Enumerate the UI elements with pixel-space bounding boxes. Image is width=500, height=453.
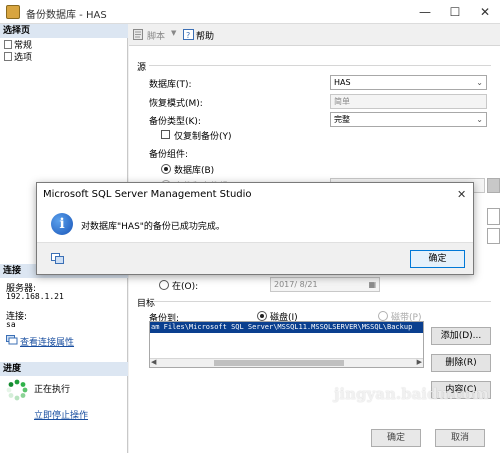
hidden-field-edge [487,228,500,244]
progress-spinner-icon [6,379,28,401]
backup-type-label: 备份类型(K): [149,117,201,127]
expire-on-label: 在(O): [172,282,199,292]
scroll-right-icon[interactable]: ▶ [417,358,422,366]
watermark-text: jingyan.baidu.com [334,385,489,403]
help-button[interactable]: 帮助 [196,29,214,42]
remove-destination-button[interactable]: 删除(R) [431,354,491,372]
expire-on-radio[interactable] [159,280,169,290]
toolbar: 脚本 ▼ ? 帮助 [129,24,500,46]
calendar-icon: ▦ [368,280,376,289]
dialog-title: Microsoft SQL Server Management Studio [37,183,473,207]
success-message-dialog: Microsoft SQL Server Management Studio ✕… [36,182,474,275]
server-value: 192.168.1.21 [6,292,64,301]
page-item-general[interactable]: 常规 [4,40,32,51]
destination-section-label: 目标 [137,299,156,309]
dialog-message: 对数据库"HAS"的备份已成功完成。 [81,222,225,232]
disk-radio[interactable] [257,311,267,321]
source-divider [149,65,491,66]
maximize-button[interactable]: ☐ [440,0,470,24]
stop-operation-link[interactable]: 立即停止操作 [34,408,88,421]
chevron-down-icon: ⌄ [476,115,483,124]
copy-icon[interactable] [51,253,65,265]
database-radio[interactable] [161,164,171,174]
help-icon: ? [183,29,194,40]
database-select[interactable]: HAS ⌄ [330,75,487,90]
recovery-model-label: 恢复模式(M): [149,99,203,109]
destination-divider [153,301,491,302]
database-label: 数据库(T): [149,80,192,90]
progress-status: 正在执行 [34,385,71,395]
dialog-ok-button[interactable]: 确定 [410,250,465,268]
page-icon [4,52,12,61]
window-title-bar: 备份数据库 - HAS — ☐ ✕ [0,0,500,24]
scrollbar-thumb[interactable] [214,360,344,366]
backup-destination-list[interactable]: am Files\Microsoft SQL Server\MSSQL11.MS… [149,321,424,368]
dialog-footer: 确定 [37,242,473,274]
connection-value: sa [6,320,16,329]
window-title: 备份数据库 - HAS [26,10,107,21]
script-button[interactable]: 脚本 [147,29,165,42]
expire-date-field[interactable]: 2017/ 8/21 ▦ [270,277,380,292]
backup-type-select[interactable]: 完整 ⌄ [330,112,487,127]
list-item[interactable]: am Files\Microsoft SQL Server\MSSQL11.MS… [150,322,423,333]
ok-button[interactable]: 确定 [371,429,421,447]
copy-only-label: 仅复制备份(Y) [174,132,232,142]
minimize-button[interactable]: — [410,0,440,24]
script-dropdown-chevron-icon[interactable]: ▼ [171,29,176,37]
add-destination-button[interactable]: 添加(D)... [431,327,491,345]
scroll-left-icon[interactable]: ◀ [151,358,156,366]
hidden-field-edge [487,208,500,225]
script-icon [133,29,145,40]
files-browse-button[interactable] [487,178,500,193]
recovery-model-value: 简单 [330,94,487,109]
progress-header: 进度 [0,362,128,376]
chevron-down-icon: ⌄ [476,78,483,87]
select-page-header: 选择页 [0,24,128,38]
info-icon: i [51,213,73,235]
svg-text:?: ? [186,31,190,40]
copy-only-checkbox[interactable] [161,130,170,139]
horizontal-scrollbar[interactable]: ◀ ▶ [150,358,423,367]
view-connection-properties-link[interactable]: 查看连接属性 [20,335,74,348]
dialog-close-button[interactable]: ✕ [457,188,466,201]
database-backup-icon [6,5,20,19]
source-section-label: 源 [137,63,147,73]
cancel-button[interactable]: 取消 [435,429,485,447]
backup-component-label: 备份组件: [149,150,189,160]
tape-radio[interactable] [378,311,388,321]
database-radio-label: 数据库(B) [174,166,215,176]
close-button[interactable]: ✕ [470,0,500,24]
connection-properties-icon [6,335,18,345]
page-item-options[interactable]: 选项 [4,52,32,63]
page-icon [4,40,12,49]
